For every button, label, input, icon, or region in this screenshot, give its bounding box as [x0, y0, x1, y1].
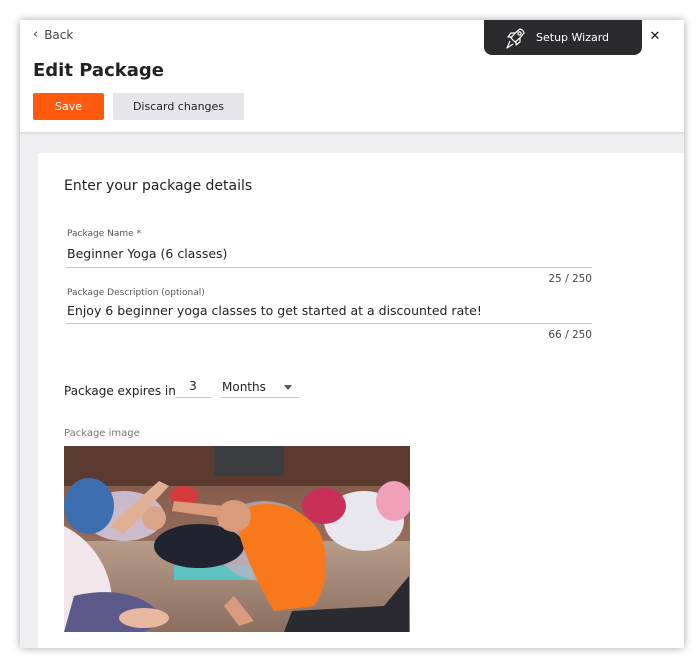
- close-icon[interactable]: ✕: [645, 26, 665, 46]
- package-description-counter: 66 / 250: [548, 329, 592, 341]
- setup-wizard-button[interactable]: Setup Wizard: [484, 20, 642, 55]
- package-name-label: Package Name *: [67, 229, 142, 239]
- package-description-underline: [66, 323, 592, 324]
- section-title: Enter your package details: [64, 178, 253, 194]
- discard-changes-button[interactable]: Discard changes: [113, 93, 244, 120]
- yoga-photo: [64, 446, 410, 632]
- app-window: ‹ Back Edit Package Save Discard changes…: [20, 20, 684, 648]
- setup-wizard-label: Setup Wizard: [536, 31, 610, 44]
- save-button[interactable]: Save: [33, 93, 104, 120]
- expires-quantity-input[interactable]: [175, 375, 211, 398]
- expires-label: Package expires in: [64, 384, 176, 398]
- rocket-icon: [506, 27, 526, 49]
- package-name-underline: [66, 267, 592, 268]
- package-details-card: Enter your package details Package Name …: [38, 153, 684, 648]
- expires-unit-select[interactable]: Months: [221, 375, 299, 398]
- chevron-left-icon: ‹: [33, 27, 39, 42]
- expires-unit-value: Months: [222, 380, 266, 394]
- back-link[interactable]: ‹ Back: [33, 27, 73, 42]
- package-name-counter: 25 / 250: [548, 273, 592, 285]
- package-description-label: Package Description (optional): [67, 288, 205, 298]
- package-name-input[interactable]: [67, 246, 592, 261]
- page-title: Edit Package: [33, 60, 164, 81]
- caret-down-icon: [284, 385, 292, 390]
- back-label: Back: [44, 27, 74, 42]
- package-image[interactable]: [64, 446, 410, 632]
- package-description-input[interactable]: [67, 303, 592, 318]
- package-image-label: Package image: [64, 428, 140, 439]
